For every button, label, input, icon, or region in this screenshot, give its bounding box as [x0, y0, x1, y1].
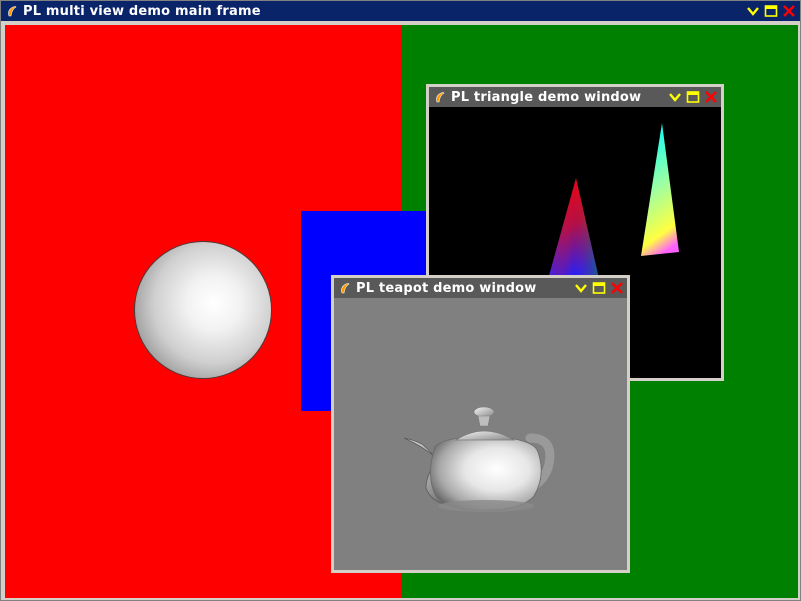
teapot-demo-window: PL teapot demo window: [331, 275, 630, 573]
teapot-window-titlebar[interactable]: PL teapot demo window: [334, 278, 627, 298]
teapot-window-title: PL teapot demo window: [356, 280, 537, 296]
teapot-render-area[interactable]: [334, 298, 627, 570]
teapot-window-controls: [574, 281, 624, 295]
chevron-down-icon: [669, 93, 681, 102]
red-triangle-shade: [547, 178, 600, 283]
chevron-down-icon: [747, 7, 759, 16]
main-window-title: PL multi view demo main frame: [23, 3, 261, 19]
rainbow-triangle: [641, 123, 679, 256]
close-icon: [611, 282, 623, 294]
close-button[interactable]: [610, 281, 624, 295]
maximize-button[interactable]: [686, 90, 700, 104]
minimize-button[interactable]: [574, 281, 588, 295]
main-titlebar[interactable]: PL multi view demo main frame: [1, 1, 800, 21]
app-icon: [8, 6, 17, 17]
triangle-window-controls: [668, 90, 718, 104]
close-icon: [705, 91, 717, 103]
maximize-icon: [764, 5, 778, 17]
triangle-window-titlebar[interactable]: PL triangle demo window: [429, 87, 721, 107]
teapot-model: [403, 406, 555, 512]
shaded-sphere: [135, 242, 271, 378]
app-icon: [436, 92, 445, 103]
maximize-button[interactable]: [592, 281, 606, 295]
maximize-icon: [592, 282, 606, 294]
minimize-button[interactable]: [746, 4, 760, 18]
main-window-controls: [746, 4, 796, 18]
close-icon: [783, 5, 795, 17]
maximize-button[interactable]: [764, 4, 778, 18]
triangle-window-title: PL triangle demo window: [451, 89, 642, 105]
app-icon: [341, 283, 350, 294]
close-button[interactable]: [782, 4, 796, 18]
close-button[interactable]: [704, 90, 718, 104]
chevron-down-icon: [575, 284, 587, 293]
maximize-icon: [686, 91, 700, 103]
minimize-button[interactable]: [668, 90, 682, 104]
